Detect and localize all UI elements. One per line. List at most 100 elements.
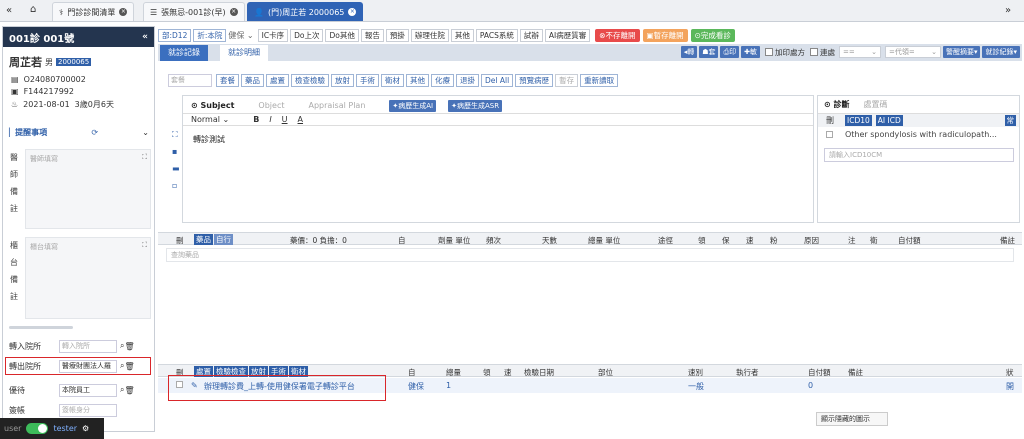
drug-tag[interactable]: 藥品: [194, 234, 213, 245]
ai-review-button[interactable]: AI病歷質審: [544, 28, 591, 42]
italic-button[interactable]: I: [269, 115, 271, 124]
admission-button[interactable]: 辦理住院: [410, 28, 449, 42]
image-icon[interactable]: ▪: [172, 143, 182, 160]
close-icon[interactable]: ×: [348, 8, 357, 16]
copay-input[interactable]: 簽帳身分: [59, 403, 117, 417]
ic-card-button[interactable]: IC卡序: [257, 28, 289, 42]
save-icon[interactable]: ▫: [172, 177, 182, 194]
cancel-register-button[interactable]: 退掛: [456, 74, 479, 87]
tab-clinic-list[interactable]: ⚕ 門診診間清單 ×: [52, 2, 135, 21]
counter-note-field[interactable]: 櫃台填寫 ⛶: [25, 237, 151, 319]
icd10-button[interactable]: ICD10: [845, 115, 872, 126]
ai-generate-button[interactable]: ✦ 病歷生成AI: [389, 99, 437, 112]
allergy-button[interactable]: ✚ 敏: [741, 46, 760, 58]
menu-chevron-icon[interactable]: «: [6, 5, 12, 16]
do-other-button[interactable]: Do其他: [325, 28, 359, 42]
doctor-note-field[interactable]: 醫師填寫 ⛶: [25, 149, 151, 229]
diagnosis-row[interactable]: Other spondylosis with radiculopath...: [826, 130, 1016, 139]
pre-register-button[interactable]: 預掛: [385, 28, 409, 42]
proxy-select[interactable]: =代領= ⌄: [884, 46, 941, 58]
tab-object[interactable]: Object: [258, 101, 284, 110]
do-last-button[interactable]: Do上次: [290, 28, 324, 42]
order-package-button[interactable]: 套餐: [216, 74, 239, 87]
underline-button[interactable]: U: [282, 115, 288, 124]
expand-icon[interactable]: ⛶: [142, 153, 147, 162]
temp-save-button[interactable]: 暫存: [555, 74, 579, 87]
tab-visit-detail[interactable]: 就診明細: [220, 45, 268, 61]
refresh-icon[interactable]: ⟳: [91, 128, 98, 137]
chevron-down-icon[interactable]: ⌄: [142, 128, 149, 137]
patient-id-badge: 2000065: [56, 58, 92, 66]
highlight-box: [168, 375, 386, 401]
tab-procedure-code[interactable]: 處置碼: [864, 99, 888, 110]
order-radiology-button[interactable]: 放射: [331, 74, 354, 87]
reload-button[interactable]: 重新讀取: [580, 74, 619, 87]
visit-record-button[interactable]: 就診紀錄 ▾: [982, 46, 1020, 58]
close-icon[interactable]: ×: [119, 8, 128, 16]
tab-appraisal-plan[interactable]: Appraisal Plan: [308, 101, 365, 110]
alert-summary-button[interactable]: 警醒摘要 ▾: [942, 46, 981, 58]
print-button[interactable]: ⎙ 印: [720, 46, 740, 58]
text-color-button[interactable]: A: [298, 115, 303, 124]
asr-generate-button[interactable]: ✦ 病歷生成ASR: [448, 99, 503, 112]
order-surgery-button[interactable]: 手術: [356, 74, 379, 87]
expand-icon[interactable]: ⛶: [142, 241, 147, 250]
diagnosis-panel: ⊙ 診斷 處置碼 刪 ICD10 AI ICD 常 Other spondylo…: [817, 95, 1020, 223]
drug-search-input[interactable]: 查詢藥品: [166, 248, 1014, 262]
row-checkbox[interactable]: [826, 131, 833, 138]
order-other-button[interactable]: 其他: [406, 74, 429, 87]
tab-doctor-session[interactable]: ☰ 張無忌-001診(早) ×: [143, 2, 245, 21]
preview-record-button[interactable]: 預覽病歷: [515, 74, 554, 87]
order-supply-button[interactable]: 衛材: [381, 74, 404, 87]
delete-all-button[interactable]: Del All: [481, 74, 514, 87]
font-style-select[interactable]: Normal ⌄: [191, 115, 229, 124]
trial-button[interactable]: 試辦: [519, 28, 543, 42]
trash-icon[interactable]: 🗑: [124, 386, 134, 395]
folder-icon[interactable]: ▬: [172, 160, 182, 177]
finish-visit-button[interactable]: ⊙ 完成看診: [690, 28, 735, 42]
package-search-input[interactable]: 套餐: [168, 74, 212, 87]
patient-panel: 001診 001號 « 周芷若 男 2000065 ▤ O24080700002…: [2, 26, 155, 432]
bold-button[interactable]: B: [253, 115, 259, 124]
trash-icon[interactable]: 🗑: [124, 342, 134, 351]
home-icon[interactable]: ⌂: [30, 4, 36, 15]
horizontal-scrollbar[interactable]: [9, 326, 73, 329]
icd10-input[interactable]: 請輸入ICD10CM: [824, 148, 1014, 162]
gear-icon[interactable]: ⚙: [82, 424, 89, 433]
fullscreen-icon[interactable]: ⛶: [172, 126, 182, 143]
report-button[interactable]: 報告: [360, 28, 384, 42]
option-select[interactable]: == ⌄: [838, 46, 881, 58]
user-toggle[interactable]: [26, 423, 49, 434]
insurance-select[interactable]: 健保 ⌄: [228, 30, 253, 41]
collapse-chevron-icon[interactable]: «: [142, 32, 148, 42]
package-button[interactable]: ☗ 套: [699, 46, 719, 58]
transfer-button[interactable]: ◂ 轉: [680, 46, 698, 58]
main-area: 部:D12 折:本院 健保 ⌄ IC卡序 Do上次 Do其他 報告 預掛 辦理住…: [158, 26, 1022, 432]
tab-subject[interactable]: ⊙ Subject: [191, 101, 234, 110]
tab-diagnosis[interactable]: ⊙ 診斷: [824, 99, 850, 110]
pacs-button[interactable]: PACS系統: [475, 28, 518, 42]
temp-close-button[interactable]: ▣ 暫存離開: [642, 28, 688, 42]
expand-chevron-icon[interactable]: »: [1005, 5, 1011, 16]
transfer-in-input[interactable]: 轉入院所: [59, 339, 117, 353]
dept-select[interactable]: 部:D12: [158, 28, 192, 42]
close-icon[interactable]: ×: [229, 8, 238, 16]
order-procedure-button[interactable]: 處置: [266, 74, 289, 87]
col-urgent: 速: [504, 368, 512, 377]
order-drug-button[interactable]: 藥品: [241, 74, 264, 87]
ai-icd-button[interactable]: AI ICD: [875, 115, 903, 126]
unsave-close-button[interactable]: ⊗ 不存離開: [595, 28, 640, 42]
tab-visit-record[interactable]: 就診記錄: [160, 45, 208, 61]
discount-input[interactable]: 本院員工: [59, 383, 117, 397]
common-icd-button[interactable]: 常: [1004, 115, 1016, 126]
tab-patient-visit[interactable]: 👤 (門)周芷若 2000065 ×: [247, 2, 364, 21]
discount-select[interactable]: 折:本院: [193, 28, 227, 42]
order-chemo-button[interactable]: 化療: [431, 74, 454, 87]
order-lab-button[interactable]: 檢查檢驗: [291, 74, 329, 87]
diagnosis-text: Other spondylosis with radiculopath...: [845, 130, 997, 139]
self-tag[interactable]: 自行: [214, 234, 233, 245]
continuous-checkbox[interactable]: 連處: [809, 47, 835, 58]
add-prescription-checkbox[interactable]: 加印處方: [764, 47, 805, 58]
subject-editor[interactable]: 轉診測試: [193, 134, 225, 145]
other-button[interactable]: 其他: [450, 28, 474, 42]
